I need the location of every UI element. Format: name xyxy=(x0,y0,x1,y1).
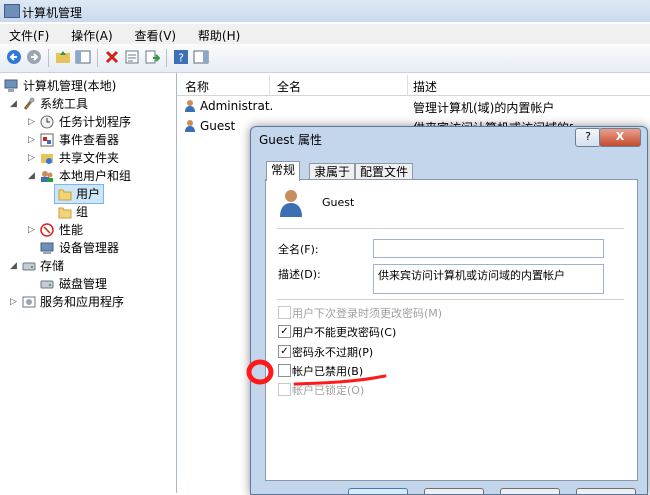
tree-node-label: 组 xyxy=(76,205,89,219)
tree-node-label: 用户 xyxy=(76,187,101,201)
show-hide-action-pane-icon[interactable] xyxy=(193,49,209,65)
column-divider[interactable] xyxy=(407,75,408,95)
tab-general[interactable]: 常规 xyxy=(266,161,301,181)
dialog-title: Guest 属性 xyxy=(259,133,323,147)
window-titlebar: 计算机管理 xyxy=(0,0,650,22)
users-group-icon xyxy=(41,171,53,182)
services-icon xyxy=(22,296,36,308)
collapsed-arrow-icon[interactable]: ▷ xyxy=(10,293,17,311)
window-title: 计算机管理 xyxy=(22,6,83,20)
tab-profile[interactable]: 配置文件 xyxy=(355,163,414,180)
device-manager-icon xyxy=(40,242,54,254)
expanded-arrow-icon[interactable]: ◢ xyxy=(28,167,35,185)
menu-action[interactable]: 操作(A) xyxy=(62,24,122,44)
tree-node-label: 共享文件夹 xyxy=(59,151,120,165)
properties-icon[interactable] xyxy=(124,49,140,65)
table-row[interactable]: Administrat... 管理计算机(域)的内置帐户 xyxy=(177,97,650,115)
tab-member-of[interactable]: 隶属于 xyxy=(309,163,356,180)
toolbar: ? xyxy=(0,44,650,73)
fullname-label: 全名(F): xyxy=(278,243,319,256)
tree-node-label: 计算机管理(本地) xyxy=(23,79,117,93)
column-header-description[interactable]: 描述 xyxy=(413,78,437,95)
clock-icon xyxy=(40,115,54,129)
user-account-icon xyxy=(280,190,302,217)
collapsed-arrow-icon[interactable]: ▷ xyxy=(28,149,35,167)
ok-button[interactable] xyxy=(348,488,408,494)
must-change-password-checkbox[interactable] xyxy=(278,306,291,319)
user-icon xyxy=(185,100,195,112)
toolbar-separator xyxy=(97,49,98,67)
forward-icon[interactable] xyxy=(26,49,42,65)
tree-node-label: 存储 xyxy=(40,259,65,273)
computer-management-icon xyxy=(4,4,20,18)
computer-management-icon xyxy=(4,79,18,92)
apply-button[interactable] xyxy=(500,488,560,494)
collapsed-arrow-icon[interactable]: ▷ xyxy=(28,113,35,131)
up-folder-icon[interactable] xyxy=(55,49,71,65)
tree-node-label: 设备管理器 xyxy=(59,241,120,255)
export-list-icon[interactable] xyxy=(144,49,160,65)
menu-bar: 文件(F) 操作(A) 查看(V) 帮助(H) xyxy=(0,24,650,44)
user-icon xyxy=(185,120,195,132)
event-viewer-icon xyxy=(40,133,54,147)
performance-icon xyxy=(40,223,54,237)
show-hide-tree-icon[interactable] xyxy=(75,49,91,65)
account-username: Guest xyxy=(322,196,355,209)
description-label: 描述(D): xyxy=(278,268,321,281)
back-icon[interactable] xyxy=(6,49,22,65)
menu-file[interactable]: 文件(F) xyxy=(0,24,58,44)
tree-node-label: 事件查看器 xyxy=(59,133,120,147)
tools-icon xyxy=(23,97,35,110)
disk-icon xyxy=(40,280,54,289)
cannot-change-password-checkbox[interactable]: ✓ xyxy=(278,325,291,338)
menu-view[interactable]: 查看(V) xyxy=(126,24,186,44)
dialog-help-button[interactable]: ? xyxy=(575,128,601,147)
help-button[interactable] xyxy=(576,488,636,494)
column-header-fullname[interactable]: 全名 xyxy=(277,78,301,95)
red-annotation-mark xyxy=(246,359,387,386)
tree-node-label: 磁盘管理 xyxy=(59,277,108,291)
tree-node-label: 本地用户和组 xyxy=(59,169,132,183)
description-field[interactable]: 供来宾访问计算机或访问域的内置帐户 xyxy=(373,264,604,294)
cancel-button[interactable] xyxy=(424,488,484,494)
shared-folder-icon xyxy=(41,154,53,164)
fullname-field[interactable] xyxy=(373,239,604,258)
storage-icon xyxy=(22,262,36,271)
cell-description: 管理计算机(域)的内置帐户 xyxy=(413,101,555,115)
menu-help[interactable]: 帮助(H) xyxy=(189,24,249,44)
list-header: 名称 全名 描述 xyxy=(177,75,650,96)
tree-node-label: 服务和应用程序 xyxy=(40,295,125,309)
column-divider[interactable] xyxy=(269,75,270,95)
delete-icon[interactable] xyxy=(104,49,120,65)
column-header-name[interactable]: 名称 xyxy=(185,78,209,95)
expanded-arrow-icon[interactable]: ◢ xyxy=(10,95,17,113)
separator xyxy=(277,299,624,300)
toolbar-separator xyxy=(48,49,49,67)
separator xyxy=(277,228,624,229)
cell-name: Administrat... xyxy=(200,99,272,113)
tree-node-label: 性能 xyxy=(59,223,84,237)
cannot-change-password-label: 用户不能更改密码(C) xyxy=(292,326,397,339)
folder-icon xyxy=(58,207,72,219)
tree-node-label: 系统工具 xyxy=(40,97,89,111)
collapsed-arrow-icon[interactable]: ▷ xyxy=(28,221,35,239)
tree-node-label: 任务计划程序 xyxy=(59,115,132,129)
help-icon[interactable]: ? xyxy=(173,49,189,65)
collapsed-arrow-icon[interactable]: ▷ xyxy=(28,131,35,149)
must-change-password-label: 用户下次登录时须更改密码(M) xyxy=(292,307,443,320)
svg-text:?: ? xyxy=(178,52,184,65)
dialog-close-button[interactable]: X xyxy=(599,128,641,147)
toolbar-separator xyxy=(166,49,167,67)
expanded-arrow-icon[interactable]: ◢ xyxy=(10,257,17,275)
folder-icon xyxy=(58,189,72,201)
